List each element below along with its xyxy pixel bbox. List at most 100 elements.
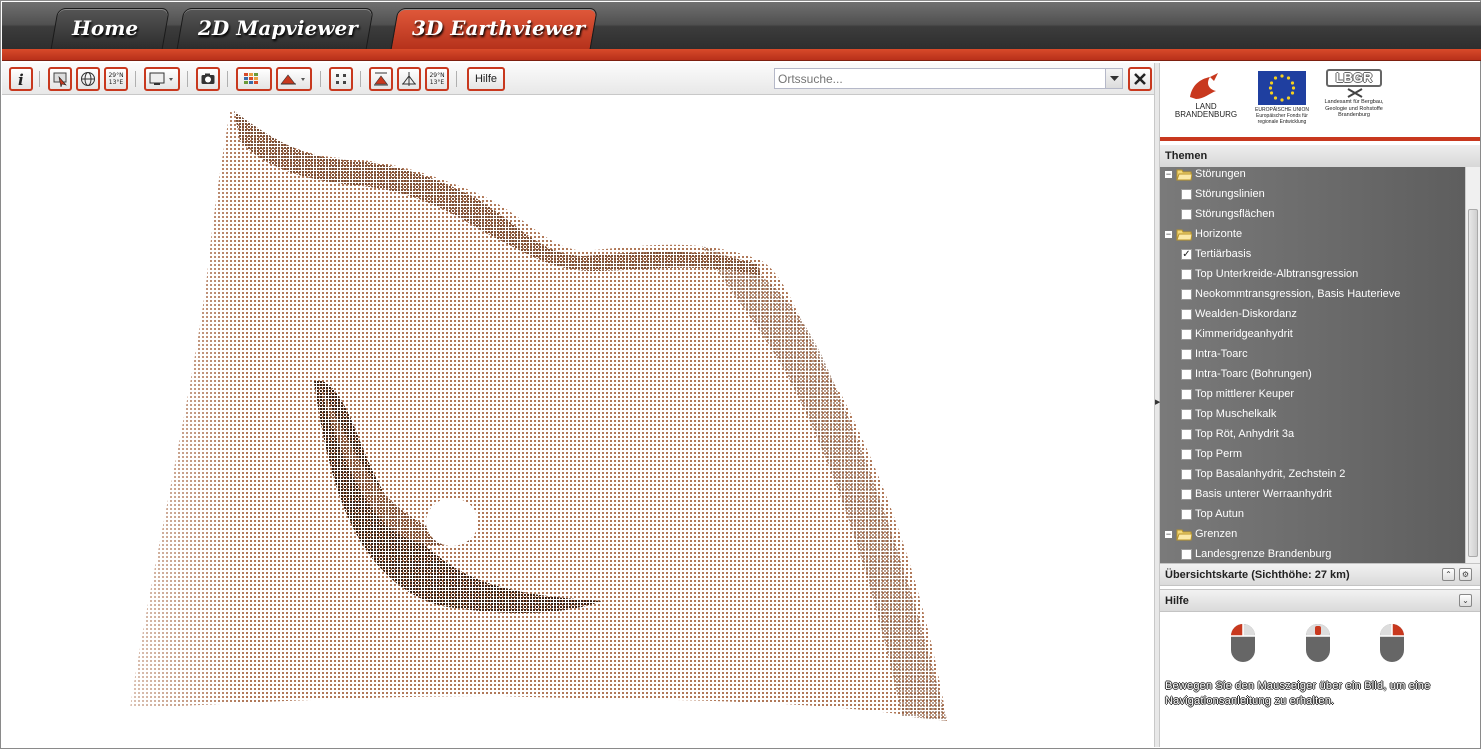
layer-checkbox[interactable] bbox=[1181, 209, 1192, 220]
themen-panel-title: Themen bbox=[1165, 150, 1208, 162]
app-window: Home 2D Mapviewer 3D Earthviewer i 29°N 1… bbox=[0, 0, 1481, 749]
tree-layer-item[interactable]: Top Basalanhydrit, Zechstein 2 bbox=[1160, 465, 1465, 485]
tree-layer-item[interactable]: Top Autun bbox=[1160, 505, 1465, 525]
camera-icon bbox=[201, 73, 215, 84]
tab-home[interactable]: Home bbox=[50, 8, 170, 52]
tree-item-label: Top Basalanhydrit, Zechstein 2 bbox=[1195, 468, 1346, 480]
close-icon bbox=[1134, 73, 1146, 85]
brandenburg-eagle-icon bbox=[1190, 73, 1218, 99]
layer-checkbox[interactable] bbox=[1181, 289, 1192, 300]
collapse-down-icon[interactable]: ⌄ bbox=[1459, 594, 1472, 607]
layer-checkbox[interactable] bbox=[1181, 429, 1192, 440]
lbgr-title: LBGR bbox=[1326, 69, 1382, 87]
tree-layer-item[interactable]: Landesgrenze Brandenburg bbox=[1160, 545, 1465, 563]
tree-scrollbar-thumb[interactable] bbox=[1468, 209, 1478, 557]
collapse-toggle-icon[interactable]: − bbox=[1164, 170, 1173, 179]
tree-layer-item[interactable]: Neokommtransgression, Basis Hauterieve bbox=[1160, 285, 1465, 305]
layer-checkbox[interactable] bbox=[1181, 489, 1192, 500]
select-tool-button[interactable] bbox=[48, 67, 72, 91]
tree-layer-item[interactable]: Top Unterkreide-Albtransgression bbox=[1160, 265, 1465, 285]
tree-item-label: Grenzen bbox=[1195, 528, 1238, 540]
tree-folder[interactable]: − Störungen bbox=[1160, 167, 1465, 185]
layer-checkbox[interactable] bbox=[1181, 389, 1192, 400]
location-search-combo[interactable] bbox=[774, 68, 1123, 89]
profile-view-button[interactable] bbox=[397, 67, 421, 91]
location-search-input[interactable] bbox=[775, 69, 1105, 88]
tree-layer-item[interactable]: Top mittlerer Keuper bbox=[1160, 385, 1465, 405]
layer-checkbox[interactable] bbox=[1181, 309, 1192, 320]
themen-tree: − Störungen Störungslinien Störungsflächen −… bbox=[1160, 167, 1465, 563]
tree-layer-item[interactable]: Top Muschelkalk bbox=[1160, 405, 1465, 425]
layer-checkbox[interactable] bbox=[1181, 189, 1192, 200]
tree-folder[interactable]: − Horizonte bbox=[1160, 225, 1465, 245]
hammer-pick-icon bbox=[1347, 88, 1363, 98]
layer-checkbox[interactable] bbox=[1181, 469, 1192, 480]
layer-checkbox[interactable] bbox=[1181, 369, 1192, 380]
eu-logo: EUROPÄISCHE UNION Europäischer Fonds für… bbox=[1255, 71, 1309, 131]
globe-button[interactable] bbox=[76, 67, 100, 91]
help-button[interactable]: Hilfe bbox=[467, 67, 505, 91]
tab-2d-mapviewer[interactable]: 2D Mapviewer bbox=[176, 8, 374, 52]
lbgr-caption: Landesamt für Bergbau, Geologie und Rohs… bbox=[1324, 99, 1384, 118]
gear-icon[interactable]: ⚙ bbox=[1459, 568, 1472, 581]
tree-layer-item[interactable]: Wealden-Diskordanz bbox=[1160, 305, 1465, 325]
mouse-right-button-icon[interactable] bbox=[1379, 623, 1405, 663]
layer-checkbox[interactable] bbox=[1181, 549, 1192, 560]
fullscreen-button[interactable] bbox=[329, 67, 353, 91]
tree-item-label: Intra-Toarc bbox=[1195, 348, 1248, 360]
overview-panel-header[interactable]: Übersichtskarte (Sichthöhe: 27 km) ⌃ ⚙ bbox=[1160, 563, 1480, 586]
tree-layer-item[interactable]: Basis unterer Werraanhydrit bbox=[1160, 485, 1465, 505]
hilfe-panel-header[interactable]: Hilfe ⌄ bbox=[1160, 589, 1480, 612]
tree-layer-item[interactable]: Intra-Toarc bbox=[1160, 345, 1465, 365]
collapse-toggle-icon[interactable]: − bbox=[1164, 530, 1173, 539]
toolbar-separator bbox=[187, 71, 188, 87]
expand-up-icon[interactable]: ⌃ bbox=[1442, 568, 1455, 581]
tree-layer-item[interactable]: Top Röt, Anhydrit 3a bbox=[1160, 425, 1465, 445]
tree-item-label: Top Muschelkalk bbox=[1195, 408, 1277, 420]
layer-checkbox[interactable]: ✓ bbox=[1181, 249, 1192, 260]
layer-checkbox[interactable] bbox=[1181, 509, 1192, 520]
screenshot-button[interactable] bbox=[196, 67, 220, 91]
clear-search-button[interactable] bbox=[1128, 67, 1152, 91]
tree-item-label: Basis unterer Werraanhydrit bbox=[1195, 488, 1332, 500]
coordinate-display-button[interactable]: 29°N 13°E bbox=[425, 67, 449, 91]
tilt-view-button[interactable] bbox=[369, 67, 393, 91]
coordinates-button[interactable]: 29°N 13°E bbox=[104, 67, 128, 91]
layer-checkbox[interactable] bbox=[1181, 329, 1192, 340]
info-button[interactable]: i bbox=[9, 67, 33, 91]
tree-layer-item[interactable]: Kimmeridgeanhydrit bbox=[1160, 325, 1465, 345]
coordinates-icon: 29°N 13°E bbox=[108, 72, 124, 86]
tree-layer-item[interactable]: Intra-Toarc (Bohrungen) bbox=[1160, 365, 1465, 385]
tree-item-label: Störungsflächen bbox=[1195, 208, 1275, 220]
tree-layer-item[interactable]: ✓ Tertiärbasis bbox=[1160, 245, 1465, 265]
tree-scrollbar[interactable] bbox=[1465, 167, 1480, 563]
toolbar-separator bbox=[135, 71, 136, 87]
mouse-left-button-icon[interactable] bbox=[1230, 623, 1256, 663]
hilfe-instruction-text: Bewegen Sie den Mauszeiger über ein Bild… bbox=[1165, 680, 1431, 707]
3d-viewer-canvas[interactable] bbox=[2, 96, 1154, 747]
tree-item-label: Top Unterkreide-Albtransgression bbox=[1195, 268, 1359, 280]
tree-item-label: Störungslinien bbox=[1195, 188, 1265, 200]
toolbar-separator bbox=[456, 71, 457, 87]
tab-3d-earthviewer[interactable]: 3D Earthviewer bbox=[390, 8, 598, 52]
tree-layer-item[interactable]: Störungslinien bbox=[1160, 185, 1465, 205]
terrain-dropdown[interactable] bbox=[276, 67, 312, 91]
folder-open-icon bbox=[1176, 529, 1192, 541]
mouse-middle-button-icon[interactable] bbox=[1305, 623, 1331, 663]
logo-accent-stripe bbox=[1160, 137, 1480, 141]
tree-layer-item[interactable]: Störungsflächen bbox=[1160, 205, 1465, 225]
layer-checkbox[interactable] bbox=[1181, 409, 1192, 420]
tab-home-label: Home bbox=[72, 16, 139, 40]
pointer-icon bbox=[53, 72, 67, 87]
layer-grid-button[interactable] bbox=[236, 67, 272, 91]
logo-bar: LAND BRANDENBURG EUROPÄISCHE UNION Europ… bbox=[1160, 63, 1480, 135]
view-mode-dropdown[interactable] bbox=[144, 67, 180, 91]
layer-checkbox[interactable] bbox=[1181, 449, 1192, 460]
collapse-toggle-icon[interactable]: − bbox=[1164, 230, 1173, 239]
tree-layer-item[interactable]: Top Perm bbox=[1160, 445, 1465, 465]
tree-folder[interactable]: − Grenzen bbox=[1160, 525, 1465, 545]
search-dropdown-trigger[interactable] bbox=[1105, 69, 1122, 88]
layer-checkbox[interactable] bbox=[1181, 269, 1192, 280]
layer-checkbox[interactable] bbox=[1181, 349, 1192, 360]
tree-item-label: Wealden-Diskordanz bbox=[1195, 308, 1297, 320]
